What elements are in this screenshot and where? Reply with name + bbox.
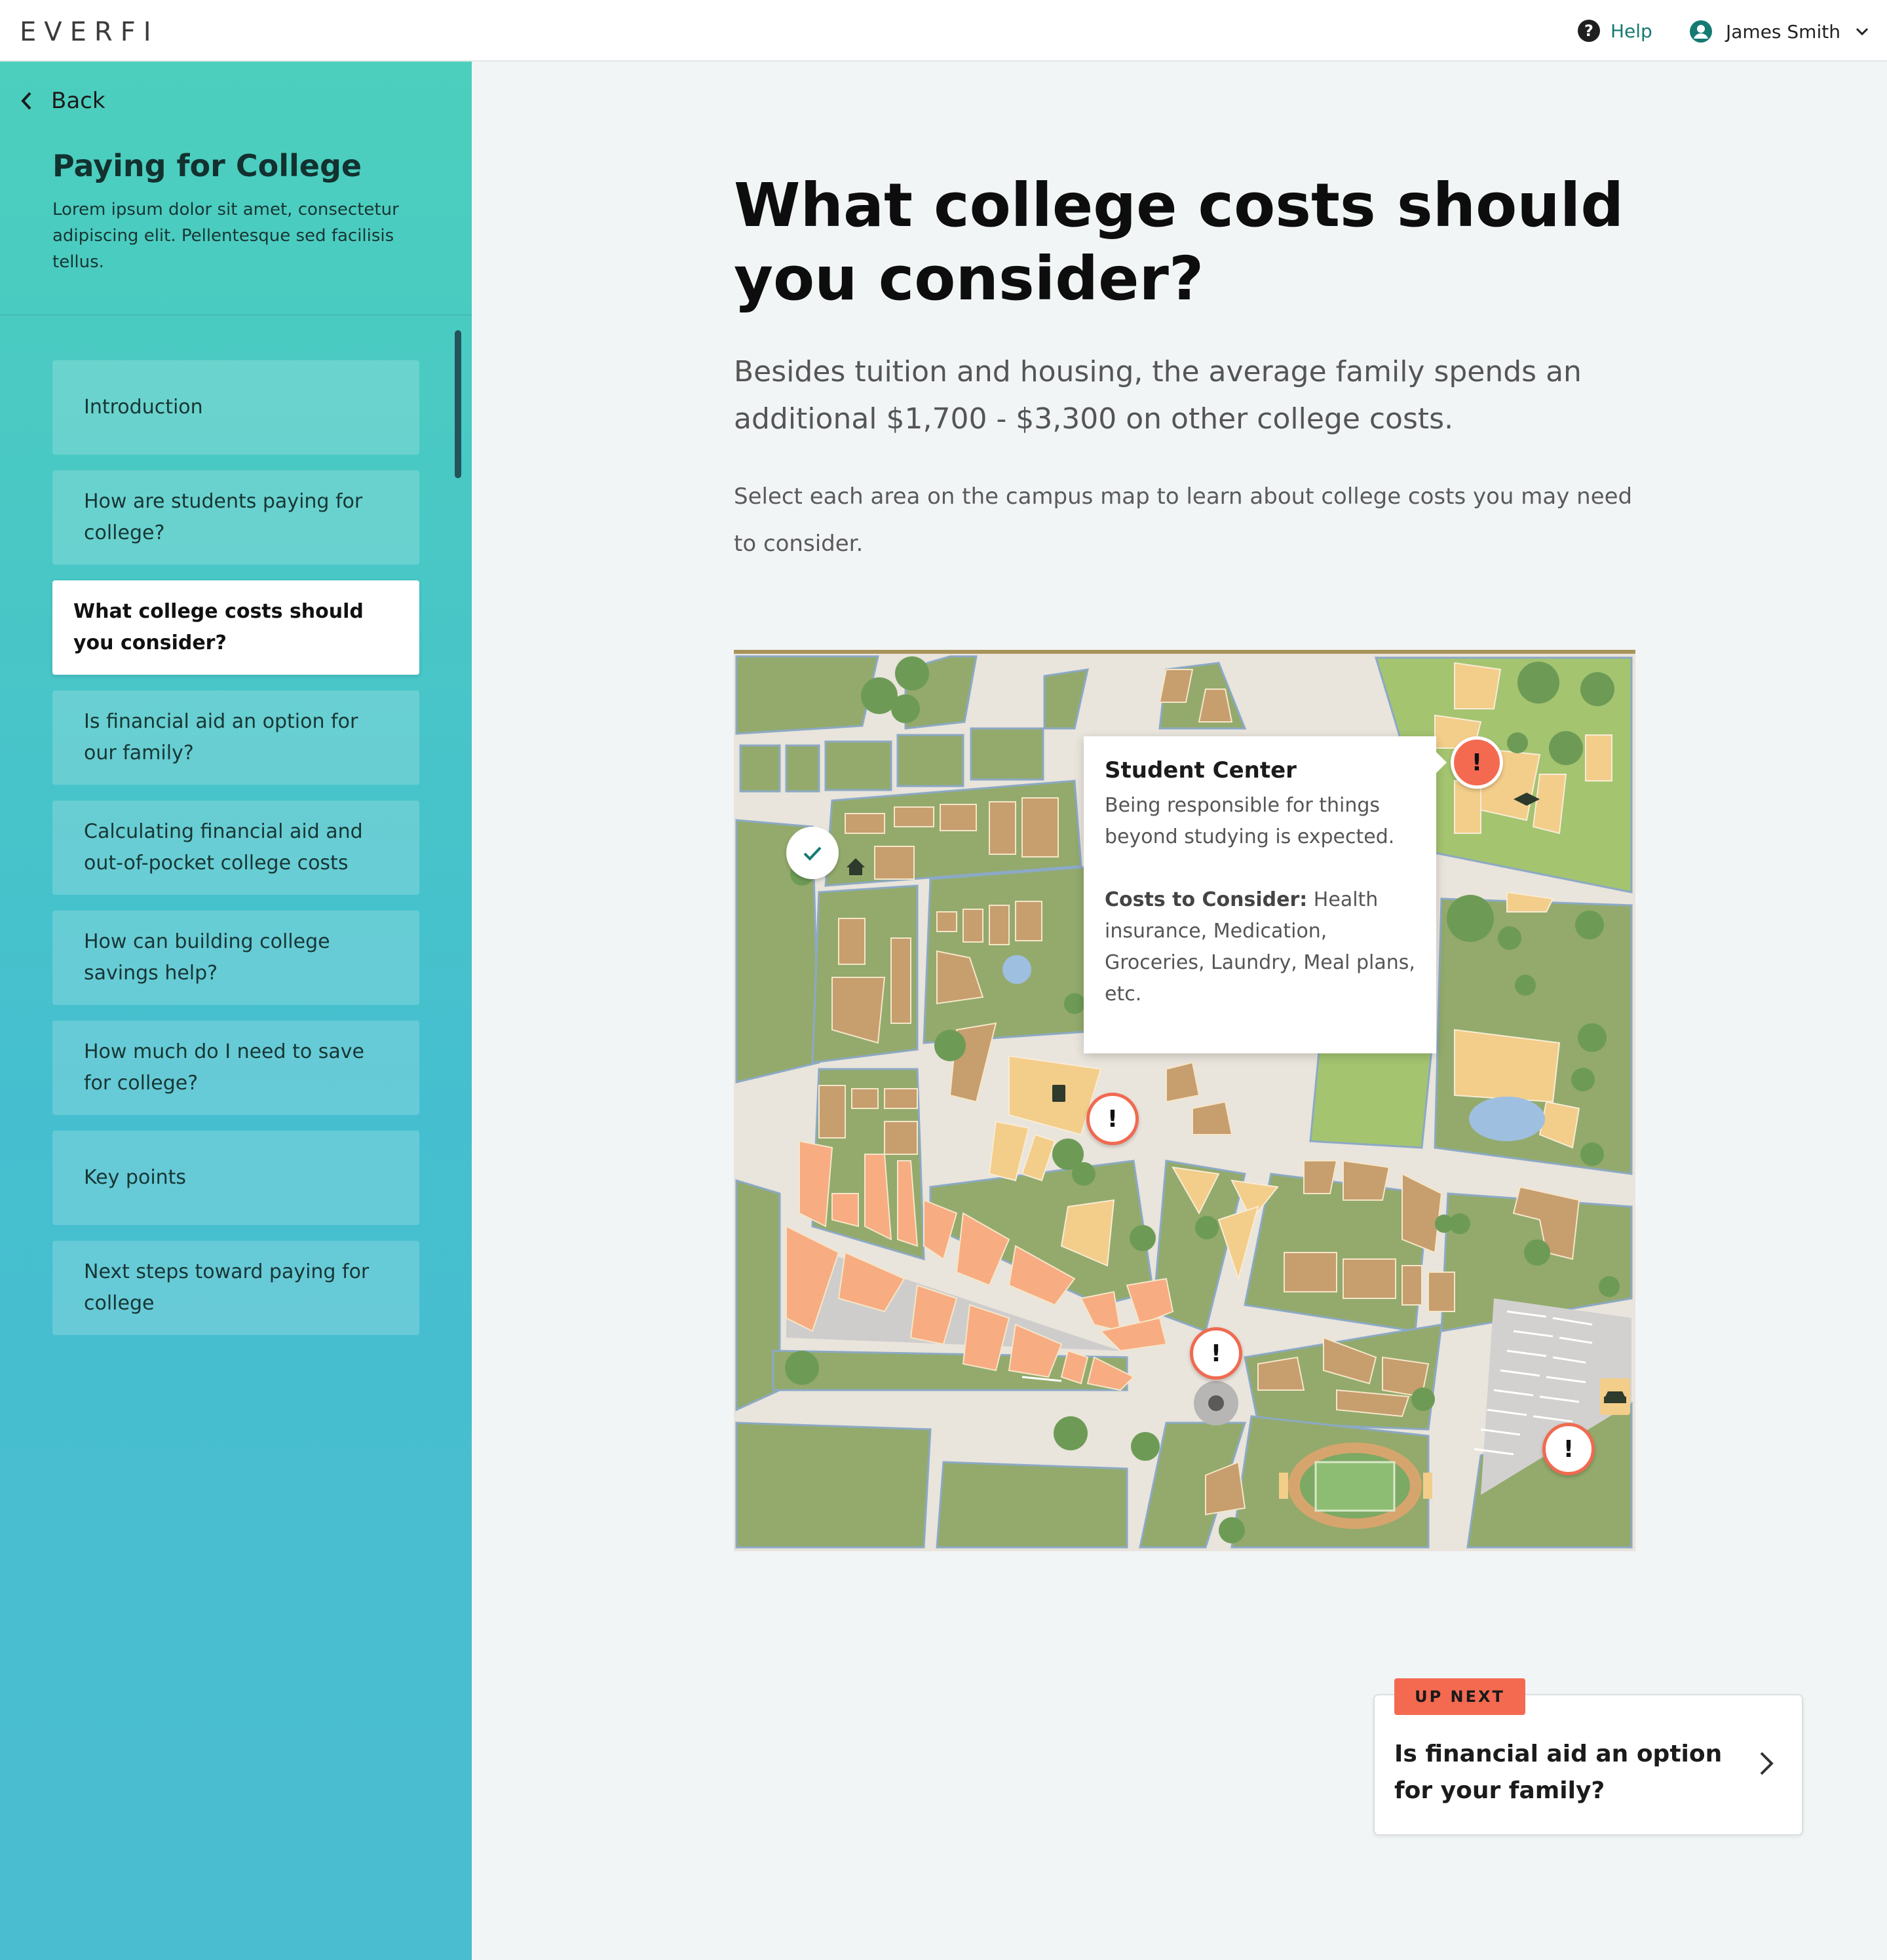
- nav-item-savings-help[interactable]: How can building college savings help?: [52, 911, 419, 1005]
- everfi-logo[interactable]: EVERFI: [20, 17, 159, 47]
- map-marker-student-center[interactable]: !: [1451, 736, 1503, 789]
- tooltip-costs: Costs to Consider: Health insurance, Med…: [1105, 884, 1415, 1010]
- map-top-border: [734, 650, 1635, 654]
- tooltip-costs-label: Costs to Consider:: [1105, 888, 1308, 911]
- instruction-text: Select each area on the campus map to le…: [734, 483, 1633, 557]
- tooltip-arrow: [1436, 752, 1447, 773]
- page-subtitle: Besides tuition and housing, the average…: [734, 355, 1582, 436]
- sidebar-divider: [0, 314, 472, 316]
- help-link[interactable]: ? Help: [1578, 20, 1652, 42]
- page-title: What college costs should you consider?: [734, 170, 1624, 314]
- lesson-nav: Introduction How are students paying for…: [52, 360, 419, 1351]
- tooltip-body: Being responsible for things beyond stud…: [1105, 794, 1395, 848]
- chevron-right-icon[interactable]: [1753, 1748, 1780, 1779]
- back-label: Back: [51, 88, 105, 114]
- nav-item-how-much-save[interactable]: How much do I need to save for college?: [52, 1021, 419, 1115]
- sidebar-scrollbar[interactable]: [455, 330, 461, 478]
- course-title: Paying for College: [52, 148, 362, 183]
- chevron-down-icon: [1856, 28, 1869, 36]
- nav-item-college-costs[interactable]: What college costs should you consider?: [52, 580, 419, 675]
- nav-item-financial-aid[interactable]: Is financial aid an option for our famil…: [52, 690, 419, 785]
- nav-item-key-points[interactable]: Key points: [52, 1131, 419, 1225]
- user-menu[interactable]: James Smith: [1689, 20, 1871, 43]
- top-bar: EVERFI ? Help James Smith: [0, 0, 1887, 62]
- user-avatar-icon: [1690, 20, 1712, 43]
- map-marker-library[interactable]: !: [1086, 1093, 1139, 1145]
- nav-item-next-steps[interactable]: Next steps toward paying for college: [52, 1241, 419, 1335]
- tooltip-title: Student Center: [1105, 757, 1297, 783]
- course-description: Lorem ipsum dolor sit amet, consectetur …: [52, 200, 399, 272]
- up-next-badge: UP NEXT: [1394, 1678, 1525, 1715]
- nav-item-introduction[interactable]: Introduction: [52, 360, 419, 455]
- up-next-title[interactable]: Is financial aid an option for your fami…: [1394, 1736, 1735, 1809]
- map-marker-parking[interactable]: !: [1542, 1423, 1595, 1475]
- help-icon: ?: [1578, 20, 1600, 42]
- nav-item-calculating-aid[interactable]: Calculating financial aid and out-of-poc…: [52, 801, 419, 895]
- user-name: James Smith: [1726, 20, 1840, 43]
- sidebar: Back Paying for College Lorem ipsum dolo…: [0, 62, 472, 1960]
- chevron-left-icon: [21, 92, 31, 110]
- nav-item-how-paying[interactable]: How are students paying for college?: [52, 470, 419, 565]
- map-tooltip: Student Center Being responsible for thi…: [1084, 736, 1447, 1053]
- checkmark-icon: [803, 846, 822, 861]
- map-marker-housing-check[interactable]: [786, 827, 839, 879]
- back-button[interactable]: Back: [20, 88, 105, 114]
- help-label: Help: [1611, 20, 1652, 42]
- map-marker-theater[interactable]: !: [1190, 1327, 1242, 1380]
